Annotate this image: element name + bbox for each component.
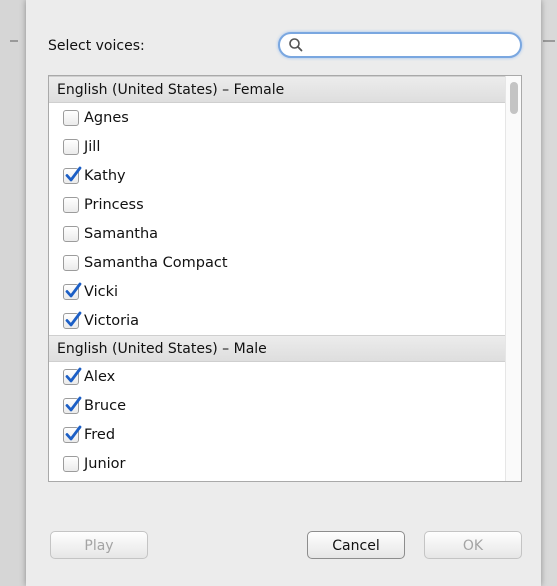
checkbox-checked[interactable] bbox=[63, 367, 82, 385]
voice-item[interactable]: Samantha bbox=[49, 219, 521, 248]
voice-item[interactable]: Fred bbox=[49, 420, 521, 449]
voice-name: Bruce bbox=[84, 397, 126, 414]
background-divider bbox=[10, 40, 18, 42]
checkbox-checked[interactable] bbox=[63, 282, 82, 300]
checkbox-unchecked[interactable] bbox=[63, 196, 79, 213]
voice-item[interactable]: Alex bbox=[49, 362, 521, 391]
voice-name: Vicki bbox=[84, 283, 119, 300]
voice-item[interactable]: Bruce bbox=[49, 391, 521, 420]
voice-item[interactable]: Jill bbox=[49, 132, 521, 161]
search-icon bbox=[288, 37, 304, 53]
select-voices-dialog: Select voices: English (United States) –… bbox=[26, 0, 541, 586]
select-voices-label: Select voices: bbox=[48, 38, 145, 54]
search-input[interactable] bbox=[306, 36, 510, 56]
scrollbar-thumb[interactable] bbox=[510, 82, 518, 114]
voice-item[interactable]: Kathy bbox=[49, 161, 521, 190]
voice-item[interactable]: Junior bbox=[49, 449, 521, 478]
background-window-right bbox=[541, 0, 557, 586]
checkbox-checked[interactable] bbox=[63, 396, 82, 414]
cancel-button[interactable]: Cancel bbox=[307, 531, 405, 559]
voice-name: Samantha Compact bbox=[84, 254, 228, 271]
checkbox-unchecked[interactable] bbox=[63, 254, 79, 271]
checkbox-checked[interactable] bbox=[63, 425, 82, 443]
voice-name: Princess bbox=[84, 196, 144, 213]
group-header: English (United States) – Male bbox=[49, 335, 521, 362]
checkbox-unchecked[interactable] bbox=[63, 455, 79, 472]
voice-list[interactable]: English (United States) – Female Agnes Jil… bbox=[48, 75, 522, 482]
checkmark-icon bbox=[65, 425, 82, 440]
ok-button[interactable]: OK bbox=[424, 531, 522, 559]
voice-name: Samantha bbox=[84, 225, 159, 242]
voice-list-content: English (United States) – Female Agnes Jil… bbox=[49, 76, 521, 478]
checkmark-icon bbox=[65, 166, 82, 181]
voice-item[interactable]: Agnes bbox=[49, 103, 521, 132]
voice-item[interactable]: Princess bbox=[49, 190, 521, 219]
group-header: English (United States) – Female bbox=[49, 76, 521, 103]
voice-name: Alex bbox=[84, 368, 116, 385]
checkmark-icon bbox=[65, 282, 82, 297]
search-field[interactable] bbox=[278, 32, 522, 58]
checkbox-unchecked[interactable] bbox=[63, 225, 79, 242]
voice-name: Kathy bbox=[84, 167, 126, 184]
voice-name: Fred bbox=[84, 426, 116, 443]
voice-name: Junior bbox=[84, 455, 126, 472]
play-button[interactable]: Play bbox=[50, 531, 148, 559]
checkmark-icon bbox=[65, 396, 82, 411]
background-window-left bbox=[0, 0, 26, 586]
checkbox-checked[interactable] bbox=[63, 166, 82, 184]
voice-item[interactable]: Samantha Compact bbox=[49, 248, 521, 277]
voice-name: Agnes bbox=[84, 109, 129, 126]
checkbox-unchecked[interactable] bbox=[63, 109, 79, 126]
voice-item[interactable]: Vicki bbox=[49, 277, 521, 306]
scrollbar[interactable] bbox=[505, 76, 521, 481]
checkmark-icon bbox=[65, 311, 82, 326]
checkmark-icon bbox=[65, 367, 82, 382]
voice-item[interactable]: Victoria bbox=[49, 306, 521, 335]
voice-name: Jill bbox=[84, 138, 101, 155]
voice-name: Victoria bbox=[84, 312, 140, 329]
checkbox-unchecked[interactable] bbox=[63, 138, 79, 155]
background-divider bbox=[543, 40, 555, 42]
checkbox-checked[interactable] bbox=[63, 311, 82, 329]
